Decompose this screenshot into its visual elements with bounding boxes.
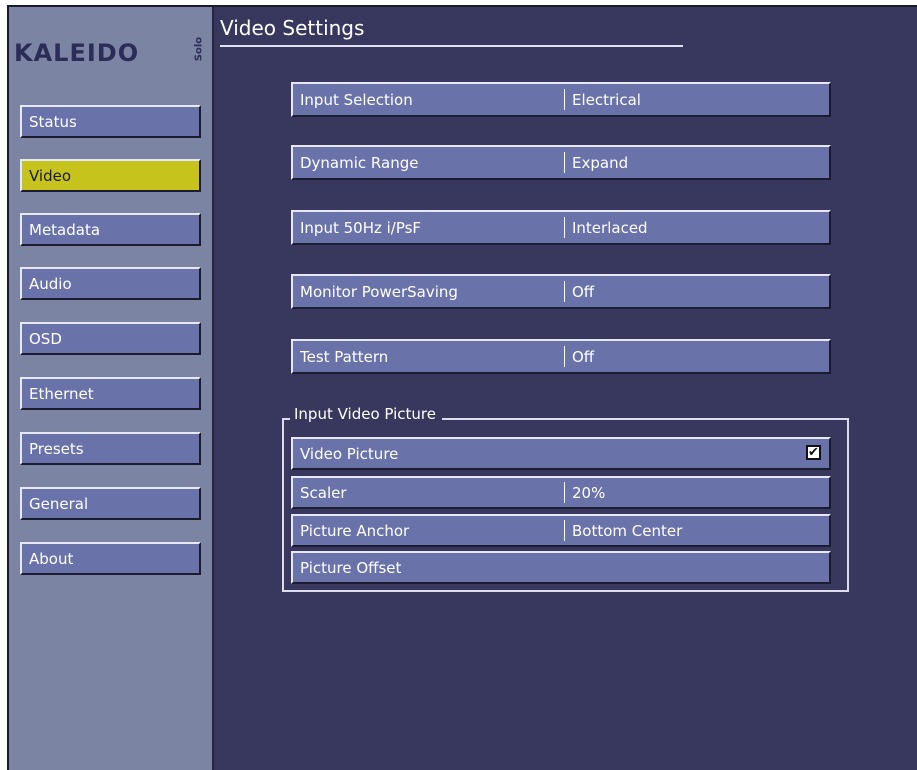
separator bbox=[564, 281, 565, 302]
app-frame: KALEIDO Solo Status Video Metadata Audio… bbox=[7, 5, 917, 770]
separator bbox=[564, 152, 565, 173]
separator bbox=[564, 346, 565, 367]
setting-value: Bottom Center bbox=[572, 522, 683, 540]
nav-ethernet[interactable]: Ethernet bbox=[20, 377, 201, 410]
setting-label: Picture Anchor bbox=[300, 522, 410, 540]
video-picture-toggle[interactable]: Video Picture ✔ bbox=[291, 437, 831, 470]
video-picture-checkbox[interactable]: ✔ bbox=[806, 445, 821, 460]
test-pattern-setting[interactable]: Test Pattern Off bbox=[291, 339, 831, 374]
setting-label: Monitor PowerSaving bbox=[300, 283, 458, 301]
input-50hz-setting[interactable]: Input 50Hz i/PsF Interlaced bbox=[291, 210, 831, 245]
setting-value: Off bbox=[572, 348, 595, 366]
nav-presets[interactable]: Presets bbox=[20, 432, 201, 465]
picture-offset-setting[interactable]: Picture Offset bbox=[291, 551, 831, 584]
scaler-setting[interactable]: Scaler 20% bbox=[291, 476, 831, 509]
logo-sub: Solo bbox=[193, 36, 205, 62]
monitor-powersaving-setting[interactable]: Monitor PowerSaving Off bbox=[291, 274, 831, 309]
nav-audio[interactable]: Audio bbox=[20, 267, 201, 300]
group-legend: Input Video Picture bbox=[290, 405, 442, 423]
sidebar: KALEIDO Solo Status Video Metadata Audio… bbox=[9, 7, 214, 770]
page-title: Video Settings bbox=[220, 15, 683, 47]
dynamic-range-setting[interactable]: Dynamic Range Expand bbox=[291, 145, 831, 180]
setting-label: Input Selection bbox=[300, 91, 413, 109]
setting-value: Expand bbox=[572, 154, 629, 172]
setting-label: Test Pattern bbox=[300, 348, 389, 366]
setting-value: Off bbox=[572, 283, 595, 301]
nav-video[interactable]: Video bbox=[20, 159, 201, 192]
nav-status[interactable]: Status bbox=[20, 105, 201, 138]
logo-word: KALEIDO bbox=[14, 39, 140, 67]
nav-general[interactable]: General bbox=[20, 487, 201, 520]
setting-label: Picture Offset bbox=[300, 559, 402, 577]
setting-value: Interlaced bbox=[572, 219, 648, 237]
setting-label: Scaler bbox=[300, 484, 347, 502]
separator bbox=[564, 89, 565, 110]
setting-label: Video Picture bbox=[300, 445, 399, 463]
nav-osd[interactable]: OSD bbox=[20, 322, 201, 355]
setting-value: Electrical bbox=[572, 91, 641, 109]
setting-label: Dynamic Range bbox=[300, 154, 419, 172]
nav-metadata[interactable]: Metadata bbox=[20, 213, 201, 246]
input-selection-setting[interactable]: Input Selection Electrical bbox=[291, 82, 831, 117]
nav-about[interactable]: About bbox=[20, 542, 201, 575]
separator bbox=[564, 217, 565, 238]
separator bbox=[564, 482, 565, 503]
separator bbox=[564, 520, 565, 541]
setting-label: Input 50Hz i/PsF bbox=[300, 219, 422, 237]
picture-anchor-setting[interactable]: Picture Anchor Bottom Center bbox=[291, 514, 831, 547]
setting-value: 20% bbox=[572, 484, 606, 502]
